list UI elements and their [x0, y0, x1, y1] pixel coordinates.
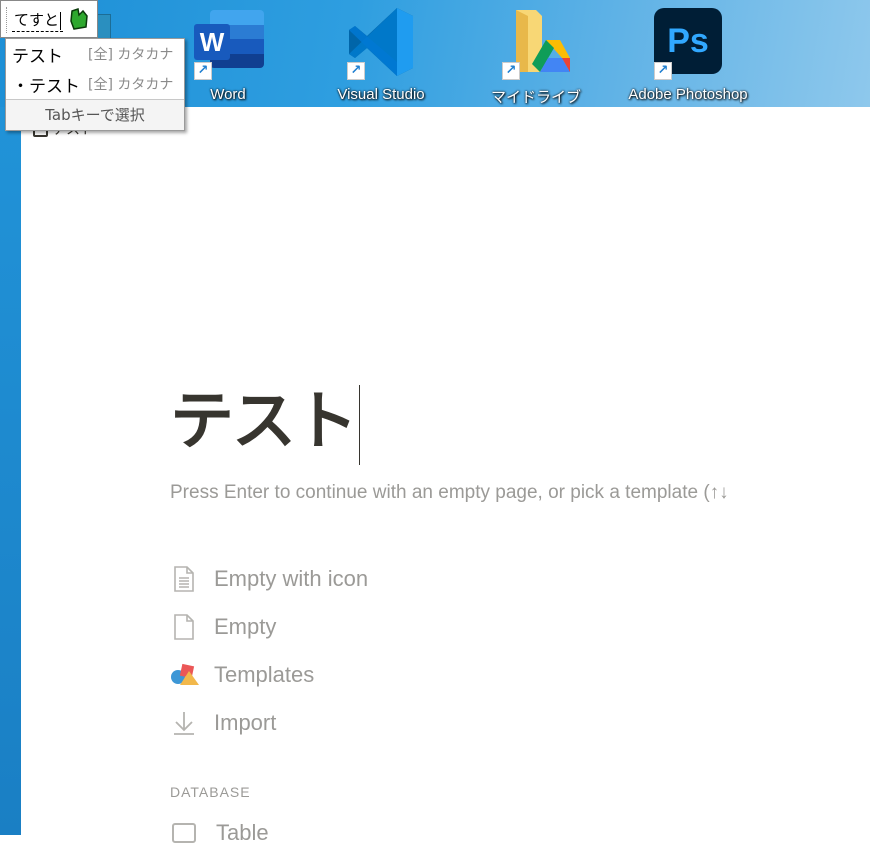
- option-import[interactable]: Import: [170, 699, 368, 747]
- desktop-icon-visual-studio[interactable]: ↗ Visual Studio: [321, 6, 441, 103]
- word-icon: W ↗: [194, 6, 264, 80]
- desktop-icon-word[interactable]: W ↗ Word: [168, 6, 288, 103]
- shortcut-arrow-icon: ↗: [347, 62, 365, 80]
- shapes-icon: [170, 661, 199, 689]
- ime-grip[interactable]: [6, 7, 8, 33]
- ime-logo-icon: [69, 7, 89, 31]
- ime-candidate[interactable]: テスト [全] カタカナ: [6, 39, 184, 69]
- desktop-left-edge: [0, 107, 21, 835]
- desktop-icon-label: マイドライブ: [490, 89, 581, 106]
- photoshop-icon: Ps ↗: [654, 6, 722, 80]
- option-empty[interactable]: Empty: [170, 603, 368, 651]
- page-lines-icon: [170, 565, 198, 593]
- table-icon: [172, 823, 196, 843]
- shortcut-arrow-icon: ↗: [654, 62, 672, 80]
- desktop-icon-label: Adobe Photoshop: [628, 86, 748, 103]
- ime-composition-window: てすと: [0, 0, 98, 38]
- page-title-text: テスト: [170, 385, 358, 459]
- database-section-label: DATABASE: [170, 784, 251, 800]
- ime-candidate-footer: Tabキーで選択: [6, 99, 184, 130]
- ime-candidate[interactable]: ・テスト [全] カタカナ: [6, 69, 184, 99]
- desktop-icon-label: Visual Studio: [337, 86, 425, 103]
- option-table[interactable]: Table: [170, 820, 269, 846]
- shortcut-arrow-icon: ↗: [502, 62, 520, 80]
- desktop-icon-photoshop[interactable]: Ps ↗ Adobe Photoshop: [628, 6, 748, 103]
- vscode-icon: ↗: [347, 6, 415, 80]
- text-caret: [359, 385, 360, 466]
- desktop-icon-label: Word: [210, 86, 246, 103]
- notion-page-window: N テスト テスト Press Enter to continue with a…: [21, 107, 870, 845]
- page-icon: [170, 613, 198, 641]
- ime-composition-text[interactable]: てすと: [12, 9, 64, 32]
- shortcut-arrow-icon: ↗: [194, 62, 212, 80]
- template-options: Empty with icon Empty Templates Import: [170, 555, 368, 747]
- page-title[interactable]: テスト: [170, 377, 360, 467]
- desktop-icon-my-drive[interactable]: ↗ マイドライブ: [476, 6, 596, 107]
- option-empty-with-icon[interactable]: Empty with icon: [170, 555, 368, 603]
- option-templates[interactable]: Templates: [170, 651, 368, 699]
- google-drive-folder-icon: ↗: [502, 6, 570, 80]
- empty-page-hint: Press Enter to continue with an empty pa…: [170, 482, 729, 503]
- download-icon: [170, 709, 198, 737]
- ime-candidate-list: テスト [全] カタカナ ・テスト [全] カタカナ Tabキーで選択: [5, 38, 185, 131]
